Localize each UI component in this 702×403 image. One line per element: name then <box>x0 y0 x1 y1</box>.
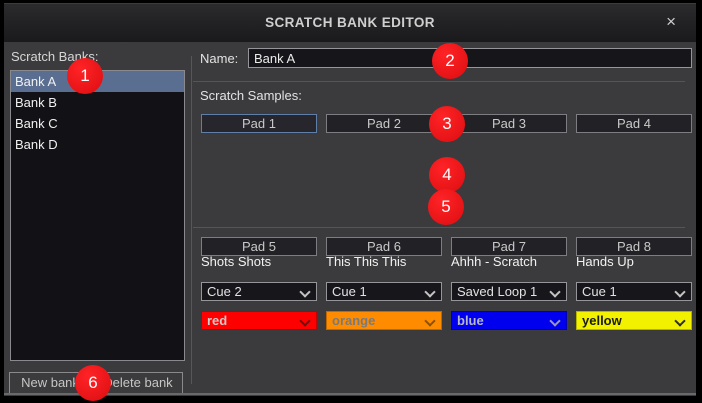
bank-list[interactable]: Bank A Bank B Bank C Bank D <box>10 70 185 361</box>
annotation-circle-4: 4 <box>429 157 465 193</box>
pad-8-button[interactable]: Pad 8 <box>576 237 692 256</box>
chevron-down-icon <box>549 315 560 326</box>
pad-sample-title: This This This <box>326 254 442 269</box>
window-bottom-edge <box>4 393 696 395</box>
pad-4-color-dropdown[interactable]: yellow <box>576 311 692 330</box>
chevron-down-icon <box>549 286 560 297</box>
scratch-bank-editor-window: SCRATCH BANK EDITOR × Scratch Banks: Ban… <box>0 0 702 403</box>
name-label: Name: <box>200 51 238 66</box>
pad-sample-title: Hands Up <box>576 254 692 269</box>
bank-list-item[interactable]: Bank D <box>11 134 184 155</box>
pad-1-cue-dropdown[interactable]: Cue 2 <box>201 282 317 301</box>
pad-7-button[interactable]: Pad 7 <box>451 237 567 256</box>
pad-rows-divider <box>193 227 685 228</box>
chevron-down-icon <box>299 315 310 326</box>
pad-sample-title: Ahhh - Scratch <box>451 254 567 269</box>
pad-2-color-dropdown[interactable]: orange <box>326 311 442 330</box>
panel-divider <box>191 56 192 384</box>
pad-5-button[interactable]: Pad 5 <box>201 237 317 256</box>
chevron-down-icon <box>299 286 310 297</box>
annotation-circle-6: 6 <box>75 365 111 401</box>
name-row-divider <box>193 81 685 82</box>
pad-4-cue-dropdown[interactable]: Cue 1 <box>576 282 692 301</box>
close-icon[interactable]: × <box>662 4 680 42</box>
pad-3-button[interactable]: Pad 3 <box>451 114 567 133</box>
pad-2-button[interactable]: Pad 2 <box>326 114 442 133</box>
window-title: SCRATCH BANK EDITOR <box>4 4 696 42</box>
chevron-down-icon <box>674 315 685 326</box>
scratch-samples-label: Scratch Samples: <box>200 88 302 103</box>
annotation-circle-3: 3 <box>429 106 465 142</box>
pad-3-color-dropdown[interactable]: blue <box>451 311 567 330</box>
bank-list-item[interactable]: Bank B <box>11 92 184 113</box>
annotation-circle-1: 1 <box>67 58 103 94</box>
annotation-circle-2: 2 <box>432 43 468 79</box>
pad-6-button[interactable]: Pad 6 <box>326 237 442 256</box>
bank-name-input[interactable] <box>248 48 692 68</box>
bank-list-item[interactable]: Bank C <box>11 113 184 134</box>
pad-sample-title: Shots Shots <box>201 254 317 269</box>
chevron-down-icon <box>424 315 435 326</box>
chevron-down-icon <box>424 286 435 297</box>
pad-1-color-dropdown[interactable]: red <box>201 311 317 330</box>
pad-1-button[interactable]: Pad 1 <box>201 114 317 133</box>
pad-3-cue-dropdown[interactable]: Saved Loop 1 <box>451 282 567 301</box>
chevron-down-icon <box>674 286 685 297</box>
title-bar[interactable]: SCRATCH BANK EDITOR × <box>4 4 696 42</box>
pad-2-cue-dropdown[interactable]: Cue 1 <box>326 282 442 301</box>
annotation-circle-5: 5 <box>428 189 464 225</box>
pad-4-button[interactable]: Pad 4 <box>576 114 692 133</box>
